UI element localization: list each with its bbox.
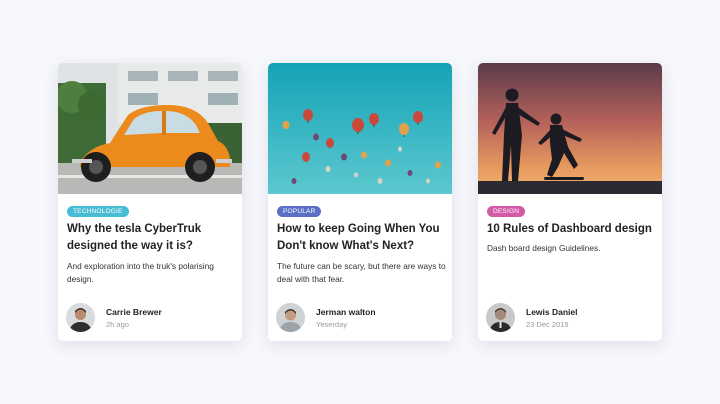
avatar[interactable]	[276, 303, 305, 332]
user-avatar-icon	[486, 303, 515, 332]
article-description: Dash board design Guidelines.	[487, 243, 601, 253]
article-title[interactable]: How to keep Going When You Don't know Wh…	[277, 221, 447, 255]
card-grid: TECHNOLOGIE Why the tesla CyberTruk desi…	[0, 0, 720, 404]
article-image[interactable]	[268, 63, 452, 194]
author-info: Carrie Brewer 2h ago	[66, 303, 236, 333]
post-date: Yeserday	[316, 320, 347, 329]
post-date: 23 Dec 2019	[526, 320, 569, 329]
user-avatar-icon	[276, 303, 305, 332]
author-name[interactable]: Carrie Brewer	[106, 307, 162, 317]
article-title[interactable]: Why the tesla CyberTruk designed the way…	[67, 221, 237, 255]
category-tag[interactable]: DESIGN	[487, 206, 526, 217]
article-description: The future can be scary, but there are w…	[277, 261, 446, 284]
user-avatar-icon	[66, 303, 95, 332]
author-name[interactable]: Lewis Daniel	[526, 307, 578, 317]
post-date: 2h ago	[106, 320, 129, 329]
avatar[interactable]	[486, 303, 515, 332]
skateboarders-sunset-photo	[478, 63, 662, 194]
author-info: Lewis Daniel 23 Dec 2019	[486, 303, 656, 333]
category-tag[interactable]: TECHNOLOGIE	[67, 206, 129, 217]
article-card[interactable]: TECHNOLOGIE Why the tesla CyberTruk desi…	[58, 63, 242, 341]
category-tag[interactable]: POPULAR	[277, 206, 322, 217]
article-card[interactable]: DESIGN 10 Rules of Dashboard design Dash…	[478, 63, 662, 341]
hot-air-balloons-photo	[268, 63, 452, 194]
author-info: Jerman walton Yeserday	[276, 303, 446, 333]
article-card[interactable]: POPULAR How to keep Going When You Don't…	[268, 63, 452, 341]
article-image[interactable]	[478, 63, 662, 194]
author-name[interactable]: Jerman walton	[316, 307, 376, 317]
avatar[interactable]	[66, 303, 95, 332]
article-description: And exploration into the truk's polarisi…	[67, 261, 214, 284]
article-image[interactable]	[58, 63, 242, 194]
orange-beetle-car-photo	[58, 63, 242, 194]
article-title[interactable]: 10 Rules of Dashboard design	[487, 221, 657, 238]
